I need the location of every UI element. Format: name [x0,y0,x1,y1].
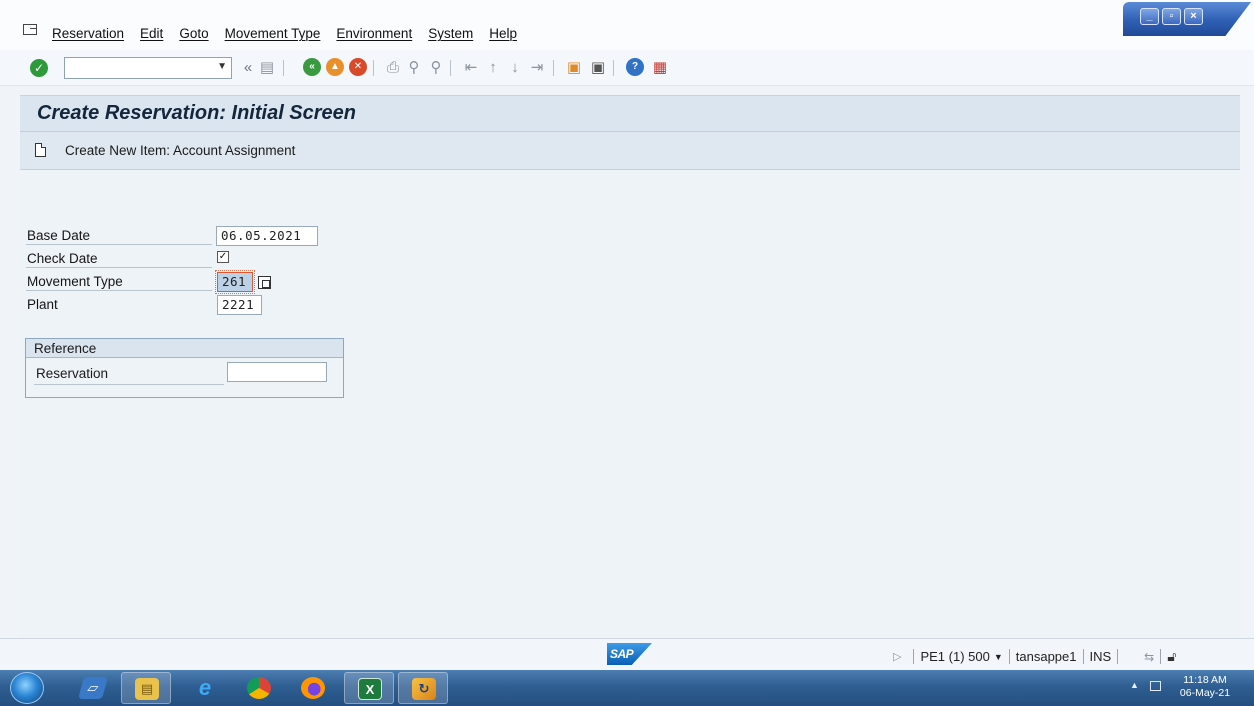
status-separator [913,649,915,664]
status-separator [1008,649,1010,664]
status-separator [1082,649,1084,664]
menu-goto[interactable]: Goto [179,26,208,41]
previous-page-icon[interactable]: ↑ [483,58,503,78]
movement-type-label: Movement Type [27,274,123,289]
server-name: tansappe1 [1015,649,1077,664]
label-underline [26,267,212,268]
back-icon[interactable]: « [303,58,321,76]
label-underline [34,384,224,385]
enter-icon[interactable]: ✓ [30,59,48,77]
print-icon[interactable]: ⎙ [383,58,403,78]
status-bar: SAP ▷ PE1 (1) 500 ▼ tansappe1 INS ⇆ 🔓︎ [0,638,1254,670]
window-controls: _ ▫ × [1123,2,1251,36]
create-new-item-label: Create New Item: Account Assignment [65,143,296,158]
menu-list-icon[interactable] [23,24,37,35]
file-manager-icon[interactable]: ▤ [121,672,171,704]
menu-help[interactable]: Help [489,26,517,41]
expand-status-icon[interactable]: ▷ [893,650,901,663]
find-icon[interactable]: ⚲ [404,58,424,78]
menu-environment[interactable]: Environment [336,26,412,41]
toolbar-separator [613,60,614,76]
windows-explorer-icon[interactable]: ▱ [68,672,118,704]
menu-items: Reservation Edit Goto Movement Type Envi… [52,26,533,41]
minimize-button[interactable]: _ [1140,8,1159,25]
command-dropdown-icon[interactable]: ▼ [217,61,227,72]
label-underline [26,290,212,291]
menu-edit[interactable]: Edit [140,26,163,41]
base-date-field[interactable]: 06.05.2021 [216,226,318,246]
firefox-icon[interactable] [288,672,338,704]
reference-group-header: Reference [26,339,343,358]
sap-logo: SAP [607,643,652,665]
show-hidden-icons-icon[interactable]: ▲ [1130,680,1139,690]
work-area: Base Date 06.05.2021 Check Date ✓ Moveme… [20,170,1240,638]
title-bar: Create Reservation: Initial Screen [20,95,1240,132]
clock-time: 11:18 AM [1183,674,1227,686]
reservation-label: Reservation [36,366,109,381]
value-help-icon[interactable] [258,276,271,289]
toolbar-separator [283,60,284,76]
find-next-icon[interactable]: ⚲ [426,58,446,78]
command-field[interactable]: ▼ [64,57,232,79]
label-underline [26,244,212,245]
check-date-label: Check Date [27,251,98,266]
movement-type-field[interactable]: 261 [215,270,255,294]
sap-logon-icon[interactable]: ↻ [398,672,448,704]
create-session-icon[interactable]: ▣ [564,58,584,78]
toolbar-separator [553,60,554,76]
cancel-icon[interactable]: ✕ [349,58,367,76]
shortcut-icon[interactable]: ▣ [588,58,608,78]
last-page-icon[interactable]: ⇥ [527,58,547,78]
collapse-command-icon[interactable]: « [238,58,258,78]
system-name[interactable]: PE1 (1) 500 [920,649,989,664]
menu-reservation[interactable]: Reservation [52,26,124,41]
lock-icon[interactable]: 🔓︎ [1167,648,1176,665]
reservation-field[interactable] [227,362,327,382]
first-page-icon[interactable]: ⇤ [461,58,481,78]
save-icon[interactable]: ▤ [257,58,277,78]
clock[interactable]: 11:18 AM 06-May-21 [1175,674,1235,700]
help-icon[interactable]: ? [626,58,644,76]
layout-icon[interactable]: ⇆ [1144,650,1154,664]
status-separator [1160,649,1162,664]
toolbar-separator [450,60,451,76]
chrome-icon[interactable] [234,672,284,704]
system-tray: ▲ 11:18 AM 06-May-21 [1120,672,1254,704]
base-date-label: Base Date [27,228,91,243]
restore-button[interactable]: ▫ [1162,8,1181,25]
insert-mode: INS [1089,649,1112,664]
system-dropdown-icon[interactable]: ▼ [994,652,1003,662]
application-toolbar: Create New Item: Account Assignment [20,132,1240,170]
status-separator [1117,649,1119,664]
reference-group: Reference Reservation [25,338,344,398]
internet-explorer-icon[interactable]: e [180,672,230,704]
next-page-icon[interactable]: ↓ [505,58,525,78]
exit-icon[interactable]: ▲ [326,58,344,76]
customize-layout-icon[interactable]: ▦ [650,58,670,78]
menu-movement-type[interactable]: Movement Type [225,26,321,41]
menu-system[interactable]: System [428,26,473,41]
excel-icon[interactable]: X [344,672,394,704]
page-title: Create Reservation: Initial Screen [37,102,357,124]
standard-toolbar: ✓ ▼ « ▤ « ▲ ✕ ⎙ ⚲ ⚲ ⇤ ↑ ↓ ⇥ ▣ ▣ ? ▦ [0,50,1254,86]
check-date-checkbox[interactable]: ✓ [217,251,229,263]
start-icon[interactable] [10,672,44,704]
close-button[interactable]: × [1184,8,1203,25]
toolbar-separator [373,60,374,76]
plant-label: Plant [27,297,58,312]
plant-field[interactable]: 2221 [217,295,262,315]
menu-bar: Reservation Edit Goto Movement Type Envi… [0,0,1254,50]
system-info: ▷ PE1 (1) 500 ▼ tansappe1 INS ⇆ 🔓︎ [893,648,1176,665]
taskbar: ▱ ▤ e X ↻ ▲ 11:18 AM 06-May-21 [0,670,1254,706]
clock-date: 06-May-21 [1179,687,1231,699]
network-icon[interactable] [1150,681,1161,691]
new-document-icon [35,143,46,157]
